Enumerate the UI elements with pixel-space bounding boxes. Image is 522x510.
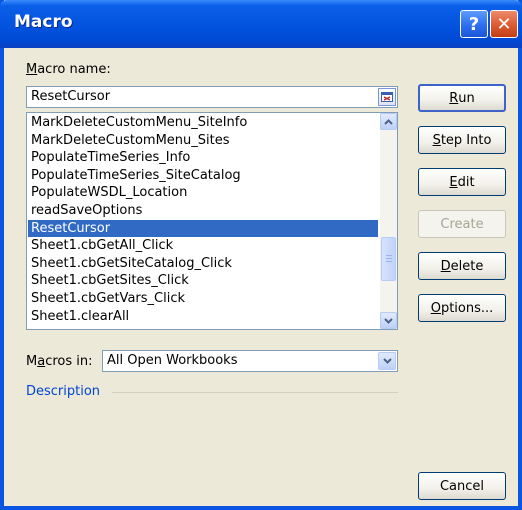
chevron-down-icon: [384, 317, 393, 324]
delete-button[interactable]: Delete: [418, 252, 506, 280]
macros-in-select[interactable]: All Open Workbooks: [102, 350, 398, 372]
help-icon: ?: [468, 13, 480, 35]
macro-list-item[interactable]: Sheet1.cbGetVars_Click: [28, 290, 378, 308]
macro-list-item[interactable]: PopulateTimeSeries_SiteCatalog: [28, 167, 378, 185]
close-button[interactable]: ✕: [490, 10, 518, 38]
macro-list-item[interactable]: MarkDeleteCustomMenu_SiteInfo: [28, 114, 378, 132]
macro-name-value: ResetCursor: [31, 89, 111, 104]
scroll-up-button[interactable]: [380, 113, 397, 130]
macros-in-value: All Open Workbooks: [107, 353, 238, 368]
description-label: Description: [26, 384, 101, 399]
cancel-button[interactable]: Cancel: [418, 472, 506, 500]
window-title: Macro: [14, 12, 73, 32]
macro-list-item[interactable]: ResetCursor: [28, 219, 378, 238]
list-scrollbar[interactable]: [380, 113, 397, 329]
macro-list-item[interactable]: PopulateWSDL_Location: [28, 184, 378, 202]
macro-name-input[interactable]: ResetCursor: [26, 86, 398, 108]
macro-dialog: Macro ? ✕ Macro name: ResetCursor MarkDe…: [0, 0, 522, 510]
chevron-down-icon: [382, 358, 392, 364]
dialog-body: Macro name: ResetCursor MarkDeleteCustom…: [4, 48, 518, 506]
macro-list-item[interactable]: MarkDeleteCustomMenu_Sites: [28, 132, 378, 150]
scroll-down-button[interactable]: [380, 312, 397, 329]
scroll-thumb[interactable]: [381, 237, 396, 281]
step-into-button[interactable]: Step Into: [418, 126, 506, 154]
macro-list-item[interactable]: Sheet1.cbGetAll_Click: [28, 237, 378, 255]
create-button: Create: [418, 210, 506, 238]
run-button[interactable]: Run: [418, 84, 506, 112]
macro-list-item[interactable]: Sheet1.cbGetSiteCatalog_Click: [28, 255, 378, 273]
macro-list-items: MarkDeleteCustomMenu_SiteInfo MarkDeleteC…: [28, 114, 378, 325]
macro-list-item[interactable]: PopulateTimeSeries_Info: [28, 149, 378, 167]
chevron-up-icon: [384, 118, 393, 125]
collapse-picker-icon[interactable]: [378, 88, 396, 106]
macro-name-label: Macro name:: [26, 62, 111, 77]
macro-list-item[interactable]: Sheet1.cbGetSites_Click: [28, 272, 378, 290]
options-button[interactable]: Options...: [418, 294, 506, 322]
description-divider: [112, 392, 398, 393]
macro-list-item[interactable]: Sheet1.clearAll: [28, 308, 378, 326]
help-button[interactable]: ?: [460, 10, 488, 38]
close-icon: ✕: [496, 13, 512, 35]
macros-in-label: Macros in:: [26, 354, 93, 369]
macros-in-dropdown-button[interactable]: [378, 352, 396, 370]
macro-list[interactable]: MarkDeleteCustomMenu_SiteInfo MarkDeleteC…: [26, 112, 398, 330]
macro-list-item[interactable]: readSaveOptions: [28, 202, 378, 220]
edit-button[interactable]: Edit: [418, 168, 506, 196]
title-bar[interactable]: Macro ? ✕: [0, 0, 522, 48]
